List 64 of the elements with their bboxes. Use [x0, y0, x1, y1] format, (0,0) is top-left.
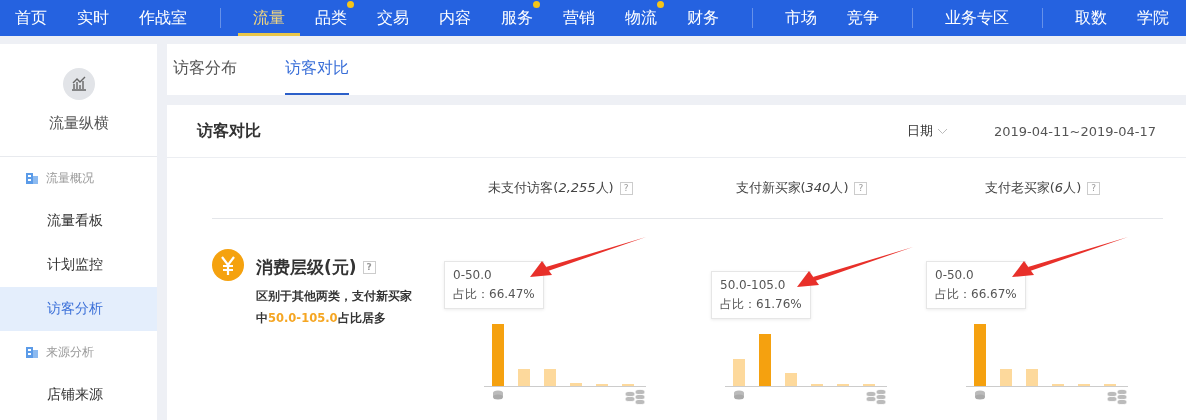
help-icon[interactable]: ?: [854, 181, 868, 195]
sidebar-item[interactable]: 流量看板: [0, 199, 157, 243]
card-title: 访客对比: [197, 120, 262, 142]
chart-bar[interactable]: [759, 334, 771, 386]
building-icon: [26, 346, 38, 358]
chart-bar[interactable]: [570, 383, 582, 386]
yuan-icon: [212, 249, 244, 281]
nav-item[interactable]: 业务专区: [930, 0, 1024, 36]
chart-bar[interactable]: [974, 324, 986, 386]
date-dropdown[interactable]: 日期: [907, 122, 948, 140]
nav-item[interactable]: 物流: [610, 0, 672, 36]
nav-item[interactable]: 服务: [486, 0, 548, 36]
help-icon[interactable]: ?: [619, 181, 633, 195]
nav-item[interactable]: 财务: [672, 0, 734, 36]
chart-bar[interactable]: [785, 373, 797, 386]
coin-stack-icon: [624, 389, 646, 405]
column-header: 支付新买家(340人): [735, 179, 849, 197]
nav-item[interactable]: 品类: [300, 0, 362, 36]
nav-item[interactable]: 学院: [1122, 0, 1184, 36]
nav-item[interactable]: 首页: [0, 0, 62, 36]
chart-bar[interactable]: [1026, 369, 1038, 386]
building-icon: [26, 172, 38, 184]
nav-item[interactable]: 实时: [62, 0, 124, 36]
coin-stack-icon: [1106, 389, 1128, 405]
tab[interactable]: 访客对比: [285, 44, 349, 95]
tooltip-share: 占比：66.47%: [453, 286, 535, 303]
sidebar-item[interactable]: 店铺来源: [0, 373, 157, 417]
nav-item[interactable]: 竞争: [832, 0, 894, 36]
chart-bar[interactable]: [1000, 369, 1012, 386]
help-icon[interactable]: ?: [362, 260, 376, 274]
nav-item[interactable]: 交易: [362, 0, 424, 36]
tab[interactable]: 访客分布: [173, 44, 237, 95]
chart-bar[interactable]: [733, 359, 745, 386]
nav-item[interactable]: 营销: [548, 0, 610, 36]
sidebar-item[interactable]: 访客分析: [0, 287, 157, 331]
help-icon[interactable]: ?: [1087, 181, 1101, 195]
date-range: 2019-04-11~2019-04-17: [994, 123, 1156, 139]
nav-item[interactable]: 市场: [770, 0, 832, 36]
tooltip-range: 0-50.0: [453, 267, 493, 284]
chart-bar[interactable]: [492, 324, 504, 386]
sidebar-title: 流量纵横: [48, 113, 109, 133]
nav-item[interactable]: 内容: [424, 0, 486, 36]
coin-stack-icon: [865, 389, 887, 405]
coin-icon: [734, 390, 744, 400]
tooltip-range: 0-50.0: [935, 267, 975, 284]
coin-icon: [493, 390, 503, 400]
chart-icon: [62, 67, 95, 100]
sidebar-section-label: 来源分析: [46, 343, 94, 361]
metric-description: 区别于其他两类，支付新买家中50.0-105.0占比居多: [256, 288, 413, 327]
sidebar-section-label: 流量概况: [46, 169, 94, 187]
tooltip-share: 占比：66.67%: [935, 286, 1017, 303]
coin-icon: [975, 390, 985, 400]
chevron-down-icon: [937, 127, 948, 135]
nav-item[interactable]: 取数: [1060, 0, 1122, 36]
metric-title: 消费层级(元): [256, 255, 357, 279]
tooltip-range: 50.0-105.0: [720, 277, 787, 294]
sidebar-item[interactable]: 计划监控: [0, 243, 157, 287]
tooltip-share: 占比：61.76%: [720, 296, 802, 313]
chart-bar[interactable]: [518, 369, 530, 386]
column-header: 支付老买家(6人): [984, 179, 1082, 197]
nav-item[interactable]: 作战室: [124, 0, 202, 36]
column-header: 未支付访客(2,255人): [488, 179, 614, 197]
chart-bar[interactable]: [544, 369, 556, 386]
nav-item[interactable]: 流量: [238, 0, 300, 36]
